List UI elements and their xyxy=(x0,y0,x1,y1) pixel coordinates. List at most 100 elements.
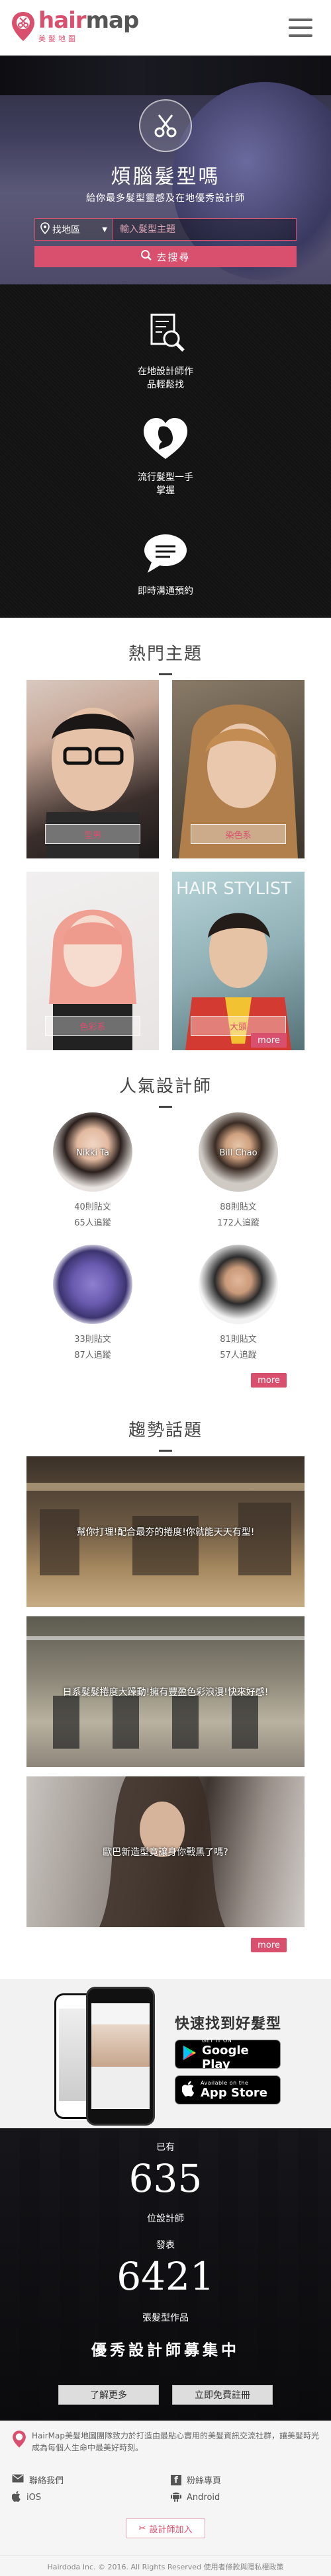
designer-count-label: 位設計師 xyxy=(147,2214,184,2224)
contact-us-link[interactable]: 聯絡我們 xyxy=(12,2473,64,2486)
google-play-small-text: GET IT ON xyxy=(202,2037,232,2044)
google-play-label: Google Play xyxy=(202,2043,249,2071)
feature-text: 品輕鬆找 xyxy=(147,380,184,390)
designer-posts: 88則貼文 xyxy=(220,1202,257,1212)
designer-card[interactable]: 81則貼文 57人追蹤 xyxy=(172,1245,305,1364)
trend-card[interactable]: 幫你打理!配合最夯的捲度!你就能天天有型! xyxy=(26,1456,305,1607)
map-pin-logo-icon xyxy=(12,2430,26,2454)
topic-card[interactable]: 染色系 xyxy=(172,680,305,858)
scissors-icon xyxy=(139,99,192,152)
feature-text: 即時溝通預約 xyxy=(138,586,193,597)
hot-topics-more-button[interactable]: more xyxy=(251,1033,287,1048)
hot-topics-grid: 型男 染色系 色彩系 HAIR STYLIST 大頭 more xyxy=(0,680,331,1050)
designer-posts: 40則貼文 xyxy=(74,1202,111,1212)
hot-topics-title: 熱門主題 xyxy=(0,618,331,680)
hero-search-banner: 煩腦髮型嗎 給你最多髮型靈感及在地優秀設計師 找地區 ▼ 去搜尋 xyxy=(0,56,331,284)
location-dropdown[interactable]: 找地區 ▼ xyxy=(35,219,113,240)
designer-followers: 87人追蹤 xyxy=(74,1350,111,1360)
recruit-title: 優秀設計師募集中 xyxy=(91,2342,240,2359)
google-play-icon xyxy=(182,2045,197,2063)
apple-icon xyxy=(181,2081,195,2099)
magnifier-icon xyxy=(140,249,152,264)
features-section: 在地設計師作 品輕鬆找 流行髮型一手 掌握 即時溝通預約 xyxy=(0,284,331,618)
popular-designers-title: 人氣設計師 xyxy=(0,1050,331,1112)
caret-down-icon: ▼ xyxy=(102,226,107,233)
logo-subtitle: 美髮地圖 xyxy=(38,34,78,43)
chat-bubble-icon xyxy=(140,526,191,578)
app-store-small-text: Available on the xyxy=(201,2080,249,2086)
location-pin-icon xyxy=(40,222,50,237)
stat-label: 發表 xyxy=(156,2240,175,2251)
trending-more-button[interactable]: more xyxy=(251,1938,287,1952)
feature-text: 流行髮型一手 xyxy=(138,472,193,483)
topic-card[interactable]: 色彩系 xyxy=(26,872,159,1050)
menu-icon[interactable] xyxy=(289,19,312,37)
designer-posts: 81則貼文 xyxy=(220,1335,257,1345)
designer-card[interactable]: 33則貼文 87人追蹤 xyxy=(26,1245,159,1364)
scissors-icon: ✂ xyxy=(138,2523,146,2534)
avatar: Bill Chao xyxy=(199,1112,278,1192)
ios-link[interactable]: iOS xyxy=(11,2491,42,2505)
map-pin-logo-icon xyxy=(11,11,36,42)
topic-tag: 染色系 xyxy=(191,824,286,844)
hero-subtitle: 給你最多髮型靈感及在地優秀設計師 xyxy=(86,193,245,204)
fan-page-link[interactable]: f 粉絲專頁 xyxy=(171,2473,221,2486)
topic-tag: 型男 xyxy=(45,824,140,844)
topic-tag: 色彩系 xyxy=(45,1016,140,1036)
hairstyle-search-input[interactable] xyxy=(113,219,296,240)
feature-text: 掌握 xyxy=(156,485,175,496)
feature-text: 在地設計師作 xyxy=(138,366,193,377)
search-button-label: 去搜尋 xyxy=(156,251,191,263)
designer-card[interactable]: Nikki Ta 40則貼文 65人追蹤 xyxy=(26,1112,159,1231)
trend-caption: 歐巴新造型竟讓身你戰黑了嗎? xyxy=(103,1847,228,1858)
logo-wordmark: hairmap xyxy=(38,7,139,34)
footer-description: HairMap美髮地圖團隊致力於打造由最貼心實用的美髮資訊交流社群，讓美髮時光成… xyxy=(32,2431,319,2452)
feature-booking: 即時溝通預約 xyxy=(0,526,331,598)
designer-join-label: 設計師加入 xyxy=(149,2524,193,2535)
designer-followers: 172人追蹤 xyxy=(217,1218,260,1228)
designer-name: Bill Chao xyxy=(219,1148,258,1158)
works-count: 6421 xyxy=(117,2254,214,2299)
designer-followers: 57人追蹤 xyxy=(220,1350,257,1360)
app-store-label: App Store xyxy=(201,2086,267,2100)
app-store-button[interactable]: Available on the App Store xyxy=(175,2075,281,2104)
learn-more-button[interactable]: 了解更多 xyxy=(58,2385,159,2405)
designer-join-button[interactable]: ✂ 設計師加入 xyxy=(126,2518,205,2538)
contact-us-label: 聯絡我們 xyxy=(29,2476,64,2486)
app-download-section: 快速找到好髮型 GET IT ON Google Play Available o… xyxy=(0,1979,331,2128)
trend-caption: 幫你打理!配合最夯的捲度!你就能天天有型! xyxy=(76,1527,255,1538)
location-label: 找地區 xyxy=(52,225,80,235)
trend-card[interactable]: 歐巴新造型竟讓身你戰黑了嗎? xyxy=(26,1776,305,1927)
designer-recruit-section: 已有 635 位設計師 發表 6421 張髮型作品 優秀設計師募集中 了解更多 … xyxy=(0,2128,331,2421)
phone-image xyxy=(86,1987,155,2126)
search-document-icon xyxy=(140,307,191,358)
designer-count: 635 xyxy=(128,2156,203,2201)
avatar: Nikki Ta xyxy=(53,1112,132,1192)
site-header: hairmap 美髮地圖 xyxy=(0,0,331,56)
designer-name: Nikki Ta xyxy=(76,1148,109,1158)
avatar xyxy=(53,1245,132,1324)
search-button[interactable]: 去搜尋 xyxy=(34,246,297,267)
apple-icon xyxy=(11,2491,21,2505)
search-bar: 找地區 ▼ xyxy=(34,218,297,241)
trend-card[interactable]: 日系髮髮捲度大躁動!擁有豐盈色彩浪漫!快來好感! xyxy=(26,1616,305,1767)
designer-card[interactable]: Bill Chao 88則貼文 172人追蹤 xyxy=(172,1112,305,1231)
topic-card[interactable]: HAIR STYLIST 大頭 xyxy=(172,872,305,1050)
designers-more-button[interactable]: more xyxy=(251,1373,287,1388)
android-icon xyxy=(171,2491,181,2505)
register-free-button[interactable]: 立即免費註冊 xyxy=(172,2385,273,2405)
designer-posts: 33則貼文 xyxy=(74,1335,111,1345)
topic-card[interactable]: 型男 xyxy=(26,680,159,858)
copyright: Hairdoda Inc. © 2016. All Rights Reserve… xyxy=(0,2555,331,2576)
android-link[interactable]: Android xyxy=(171,2491,220,2505)
fan-page-label: 粉絲專頁 xyxy=(187,2476,222,2486)
stat-label: 已有 xyxy=(156,2142,175,2153)
svg-text:HAIR STYLIST: HAIR STYLIST xyxy=(176,879,291,899)
trending-list: 幫你打理!配合最夯的捲度!你就能天天有型! 日系髮髮捲度大躁動!擁有豐盈色彩浪漫… xyxy=(0,1456,331,1979)
designer-followers: 65人追蹤 xyxy=(74,1218,111,1228)
feature-trending-styles: 流行髮型一手 掌握 xyxy=(0,413,331,497)
hairstyle-heart-icon xyxy=(140,413,191,464)
logo[interactable]: hairmap 美髮地圖 xyxy=(11,7,139,44)
ios-label: iOS xyxy=(26,2493,42,2503)
google-play-button[interactable]: GET IT ON Google Play xyxy=(175,2037,281,2071)
